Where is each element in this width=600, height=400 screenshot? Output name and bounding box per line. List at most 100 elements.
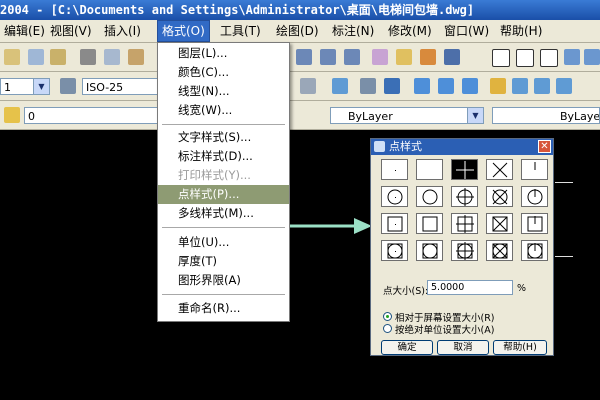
scene-icon[interactable] [556, 78, 572, 94]
layer-value: 0 [28, 110, 35, 123]
menu-item-dim-style[interactable]: 标注样式(D)... [158, 147, 289, 166]
tool-palettes-icon[interactable] [420, 49, 436, 65]
dimstyle-combo[interactable]: ISO-25 [82, 78, 162, 95]
standard-toolbar [0, 43, 600, 72]
menu-format[interactable]: 格式(O) [157, 20, 210, 42]
menu-item-plot-style: 打印样式(Y)... [178, 168, 251, 182]
point-style-circle-tick-cell[interactable] [521, 186, 548, 207]
point-style-circle-none-cell[interactable] [416, 186, 443, 207]
menu-help[interactable]: 帮助(H) [496, 20, 546, 42]
menu-item-lineweight[interactable]: 线宽(W)... [158, 101, 289, 120]
chevron-down-icon[interactable]: ▼ [33, 79, 49, 94]
close-icon[interactable]: ✕ [538, 140, 551, 153]
preview-icon[interactable] [50, 49, 66, 65]
radio-relative-size[interactable] [383, 312, 392, 321]
box-icon[interactable] [540, 49, 558, 67]
dialog-app-icon [374, 141, 385, 152]
chevron-down-icon[interactable]: ▼ [467, 108, 483, 123]
save-icon[interactable] [4, 49, 20, 65]
dist-icon[interactable] [492, 49, 510, 67]
zoom-window-icon[interactable] [320, 49, 336, 65]
print-icon[interactable] [28, 49, 44, 65]
subtract-icon[interactable] [438, 78, 454, 94]
format-menu: 图层(L)... 颜色(C)... 线型(N)... 线宽(W)... 文字样式… [157, 42, 290, 322]
cut-icon[interactable] [80, 49, 96, 65]
help-icon[interactable] [444, 49, 460, 65]
point-style-plain-plus-cell[interactable] [451, 159, 478, 180]
point-style-circle-square-tick-cell[interactable] [521, 240, 548, 261]
menu-view[interactable]: 视图(V) [46, 20, 96, 42]
menu-item-layer[interactable]: 图层(L)... [158, 44, 289, 63]
menu-modify[interactable]: 修改(M) [384, 20, 436, 42]
color-combo[interactable]: ByLayer ▼ [330, 107, 484, 124]
point-size-input[interactable]: 5.0000 [427, 280, 513, 295]
dimstyle-icon[interactable] [60, 78, 76, 94]
point-style-circle-plus-cell[interactable] [451, 186, 478, 207]
menu-item-color[interactable]: 颜色(C)... [158, 63, 289, 82]
extrude-icon[interactable] [360, 78, 376, 94]
menu-item-mline-style[interactable]: 多线样式(M)... [158, 204, 289, 223]
point-style-circle-square-plus-cell[interactable] [451, 240, 478, 261]
menu-item-thickness[interactable]: 厚度(T) [158, 252, 289, 271]
point-style-plain-tick-cell[interactable] [521, 159, 548, 180]
menu-bar: 编辑(E) 视图(V) 插入(I) 格式(O) 工具(T) 绘图(D) 标注(N… [0, 20, 600, 43]
region-icon[interactable] [516, 49, 534, 67]
point-style-circle-square-none-cell[interactable] [416, 240, 443, 261]
menu-item-limits[interactable]: 图形界限(A) [158, 271, 289, 290]
menu-item-point-style[interactable]: 点样式(P)... [158, 185, 289, 204]
zoom-previous-icon[interactable] [344, 49, 360, 65]
menu-item-units[interactable]: 单位(U)... [158, 233, 289, 252]
linetype-combo[interactable]: ByLayer [492, 107, 600, 124]
draw-tool-icon[interactable] [300, 78, 316, 94]
pointer-arrow [290, 218, 372, 234]
image-icon[interactable] [490, 78, 506, 94]
material-icon[interactable] [512, 78, 528, 94]
menu-edit[interactable]: 编辑(E) [0, 20, 49, 42]
paste-icon[interactable] [128, 49, 144, 65]
point-style-square-tick-cell[interactable] [521, 213, 548, 234]
point-style-square-dot-cell[interactable] [381, 213, 408, 234]
cancel-button[interactable]: 取消 [437, 340, 489, 355]
menu-dimension[interactable]: 标注(N) [328, 20, 378, 42]
layer-state-icon[interactable] [4, 107, 20, 123]
styles-toolbar: 1 ▼ ISO-25 [0, 72, 600, 101]
menu-tools[interactable]: 工具(T) [216, 20, 265, 42]
ok-button[interactable]: 确定 [381, 340, 433, 355]
menu-separator [162, 227, 285, 228]
point-style-plain-cross-cell[interactable] [486, 159, 513, 180]
dialog-titlebar[interactable]: 点样式 ✕ [371, 139, 553, 155]
layer-combo[interactable]: 0 [24, 107, 158, 124]
radio-absolute-size[interactable] [383, 324, 392, 333]
light-icon[interactable] [534, 78, 550, 94]
point-style-circle-square-cross-cell[interactable] [486, 240, 513, 261]
menu-item-linetype[interactable]: 线型(N)... [158, 82, 289, 101]
point-style-circle-square-dot-cell[interactable] [381, 240, 408, 261]
torus-icon[interactable] [332, 78, 348, 94]
point-style-square-plus-cell[interactable] [451, 213, 478, 234]
linetype-value: ByLayer [560, 110, 600, 123]
textstyle-combo[interactable]: 1 ▼ [0, 78, 50, 95]
design-center-icon[interactable] [396, 49, 412, 65]
point-style-square-none-cell[interactable] [416, 213, 443, 234]
intersect-icon[interactable] [462, 78, 478, 94]
cube-icon[interactable] [564, 49, 580, 65]
help-button[interactable]: 帮助(H) [493, 340, 547, 355]
point-style-plain-none-cell[interactable] [416, 159, 443, 180]
menu-item-text-style[interactable]: 文字样式(S)... [158, 128, 289, 147]
copy-icon[interactable] [104, 49, 120, 65]
point-style-circle-dot-cell[interactable] [381, 186, 408, 207]
menu-insert[interactable]: 插入(I) [100, 20, 145, 42]
union-icon[interactable] [414, 78, 430, 94]
menu-window[interactable]: 窗口(W) [440, 20, 493, 42]
menu-item-rename[interactable]: 重命名(R)... [158, 299, 289, 318]
properties-icon[interactable] [372, 49, 388, 65]
point-style-circle-cross-cell[interactable] [486, 186, 513, 207]
point-style-square-cross-cell[interactable] [486, 213, 513, 234]
revolve-icon[interactable] [384, 78, 400, 94]
point-size-unit: % [517, 283, 527, 294]
render-icon[interactable] [584, 49, 600, 65]
zoom-realtime-icon[interactable] [296, 49, 312, 65]
point-style-plain-dot-cell[interactable] [381, 159, 408, 180]
window-title: 2004 - [C:\Documents and Settings\Admini… [0, 0, 600, 20]
menu-draw[interactable]: 绘图(D) [272, 20, 323, 42]
